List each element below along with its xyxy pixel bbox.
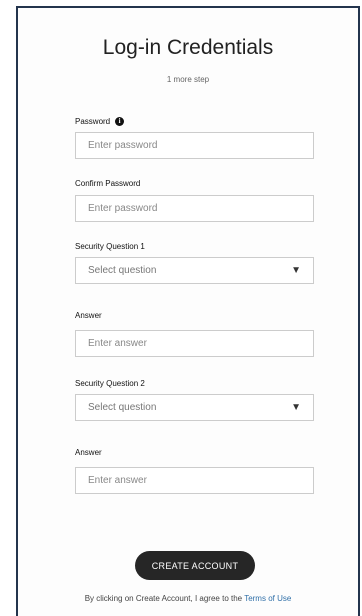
security-question-1-select[interactable]: Select question ▼ [75,257,314,284]
step-indicator: 1 more step [166,75,210,84]
password-label-row: Password i [75,117,125,126]
password-label: Password [75,117,111,126]
security-question-2-select[interactable]: Select question ▼ [75,394,314,421]
security-question-1-label: Security Question 1 [75,242,145,251]
credentials-card: Log-in Credentials 1 more step Password … [16,6,360,616]
agreement-text: By clicking on Create Account, I agree t… [84,594,245,603]
caret-down-icon: ▼ [291,265,301,276]
security-question-2-label: Security Question 2 [75,379,145,388]
answer-1-field[interactable] [75,330,314,357]
answer-2-input[interactable] [76,468,313,493]
confirm-password-field[interactable] [75,195,314,222]
confirm-password-input[interactable] [76,196,313,221]
security-question-2-value: Select question [88,402,157,413]
terms-of-use-link[interactable]: Terms of Use [244,594,291,603]
confirm-password-label: Confirm Password [75,179,141,188]
info-icon[interactable]: i [115,117,125,126]
password-input[interactable] [76,133,313,158]
create-account-button[interactable]: CREATE ACCOUNT [135,551,255,580]
answer-2-label: Answer [75,448,102,457]
answer-1-input[interactable] [76,331,313,356]
security-question-1-value: Select question [88,265,157,276]
page-title: Log-in Credentials [102,36,274,59]
answer-1-label: Answer [75,311,102,320]
password-field[interactable] [75,132,314,159]
answer-2-field[interactable] [75,467,314,494]
caret-down-icon: ▼ [291,402,301,413]
terms-agreement: By clicking on Create Account, I agree t… [18,594,358,603]
